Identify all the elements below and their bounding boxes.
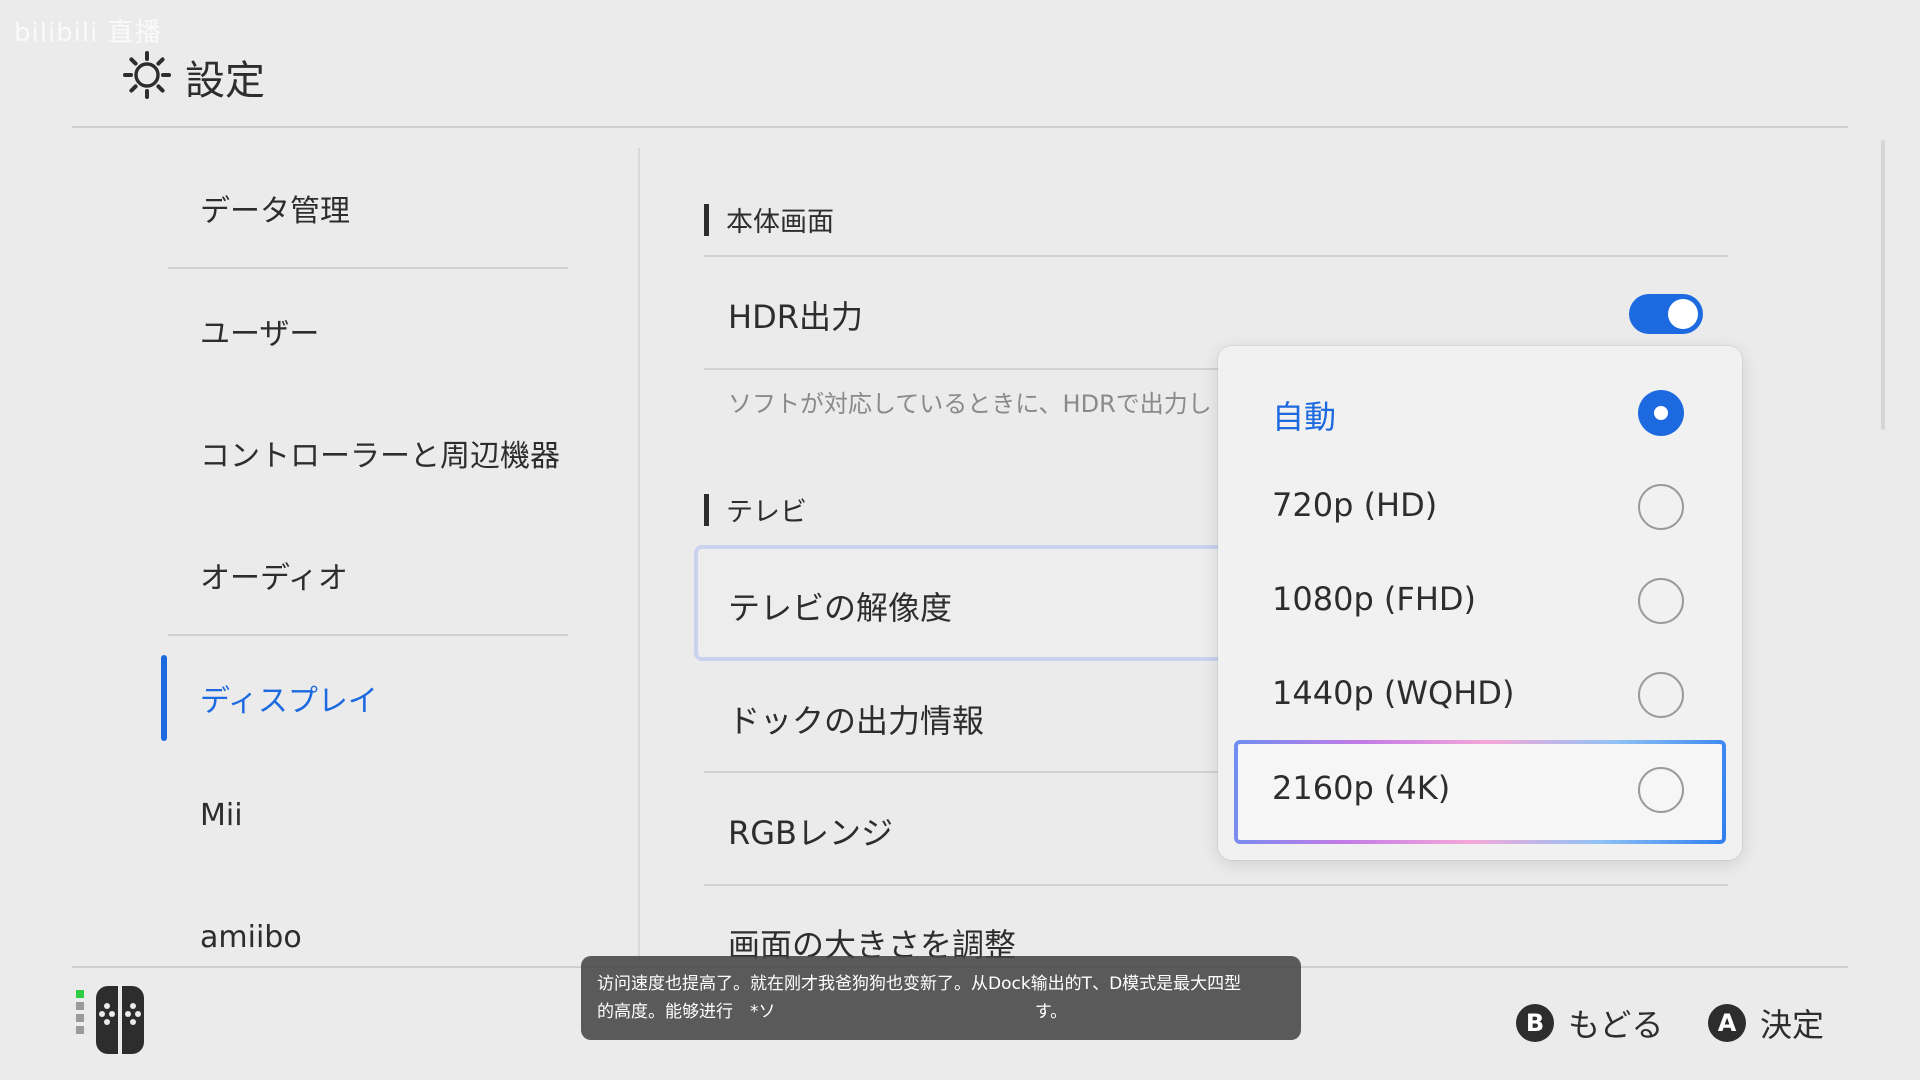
tv-resolution-label[interactable]: テレビの解像度 <box>728 583 952 629</box>
option-label: 720p (HD) <box>1272 486 1438 524</box>
subtitle-line-2: 的高度。能够进行 *ソ す。 <box>597 1002 1068 1022</box>
hdr-output-description: ソフトが対応しているときに、HDRで出力し <box>728 390 1212 418</box>
resolution-option-720p[interactable]: 720p (HD) <box>1218 460 1742 554</box>
back-label: もどる <box>1568 1006 1664 1044</box>
section-header-tv: テレビ <box>704 490 807 529</box>
sidebar-item-display[interactable]: ディスプレイ <box>200 676 378 720</box>
sidebar-item-controllers[interactable]: コントローラーと周辺機器 <box>200 431 560 475</box>
radio-unselected[interactable] <box>1638 767 1684 813</box>
radio-unselected[interactable] <box>1638 672 1684 718</box>
b-button-icon: B <box>1516 1004 1554 1042</box>
resolution-option-auto[interactable]: 自動 <box>1218 366 1742 460</box>
confirm-label: 決定 <box>1760 1006 1825 1044</box>
option-label: 1080p (FHD) <box>1272 580 1476 618</box>
option-label: 2160p (4K) <box>1272 769 1451 807</box>
sidebar-active-indicator <box>161 655 167 741</box>
radio-selected[interactable] <box>1638 390 1684 436</box>
resolution-option-1080p[interactable]: 1080p (FHD) <box>1218 554 1742 648</box>
controller-icon <box>76 986 144 1054</box>
hdr-output-toggle[interactable] <box>1629 294 1703 334</box>
radio-unselected[interactable] <box>1638 578 1684 624</box>
subtitle-line-1: 访问速度也提高了。就在刚才我爸狗狗也变新了。从Dock输出的T、D模式是最大四型 <box>597 974 1242 994</box>
gear-icon <box>123 51 171 99</box>
resolution-dropdown: 自動 720p (HD) 1080p (FHD) 1440p (WQHD) 21… <box>1218 346 1742 860</box>
option-label: 自動 <box>1272 398 1337 436</box>
divider <box>704 884 1728 886</box>
confirm-button[interactable]: A 決定 <box>1708 1000 1824 1046</box>
sidebar-item-users[interactable]: ユーザー <box>200 309 319 353</box>
subtitle-overlay: 访问速度也提高了。就在刚才我爸狗狗也变新了。从Dock输出的T、D模式是最大四型… <box>581 956 1301 1040</box>
section-header-console-screen: 本体画面 <box>704 200 834 239</box>
back-button[interactable]: B もどる <box>1516 1000 1663 1046</box>
resolution-option-1440p[interactable]: 1440p (WQHD) <box>1218 648 1742 742</box>
resolution-option-2160p[interactable]: 2160p (4K) <box>1234 740 1726 844</box>
sidebar-item-amiibo[interactable]: amiibo <box>200 920 302 955</box>
option-label: 1440p (WQHD) <box>1272 674 1515 712</box>
scrollbar[interactable] <box>1881 140 1885 430</box>
sidebar-divider <box>168 634 568 636</box>
sidebar-divider <box>168 267 568 269</box>
divider <box>704 255 1728 257</box>
hdr-output-label[interactable]: HDR出力 <box>728 292 863 338</box>
toggle-knob <box>1668 299 1698 329</box>
rgb-range-label[interactable]: RGBレンジ <box>728 808 893 854</box>
page-title: 設定 <box>185 58 265 104</box>
sidebar-item-data-management[interactable]: データ管理 <box>200 186 350 230</box>
header: 設定 <box>72 0 1848 128</box>
dock-output-info-label[interactable]: ドックの出力情報 <box>728 696 984 742</box>
radio-unselected[interactable] <box>1638 484 1684 530</box>
sidebar-item-mii[interactable]: Mii <box>200 798 243 833</box>
a-button-icon: A <box>1708 1004 1746 1042</box>
sidebar-divider-vertical <box>638 148 640 966</box>
sidebar-item-audio[interactable]: オーディオ <box>200 553 348 597</box>
